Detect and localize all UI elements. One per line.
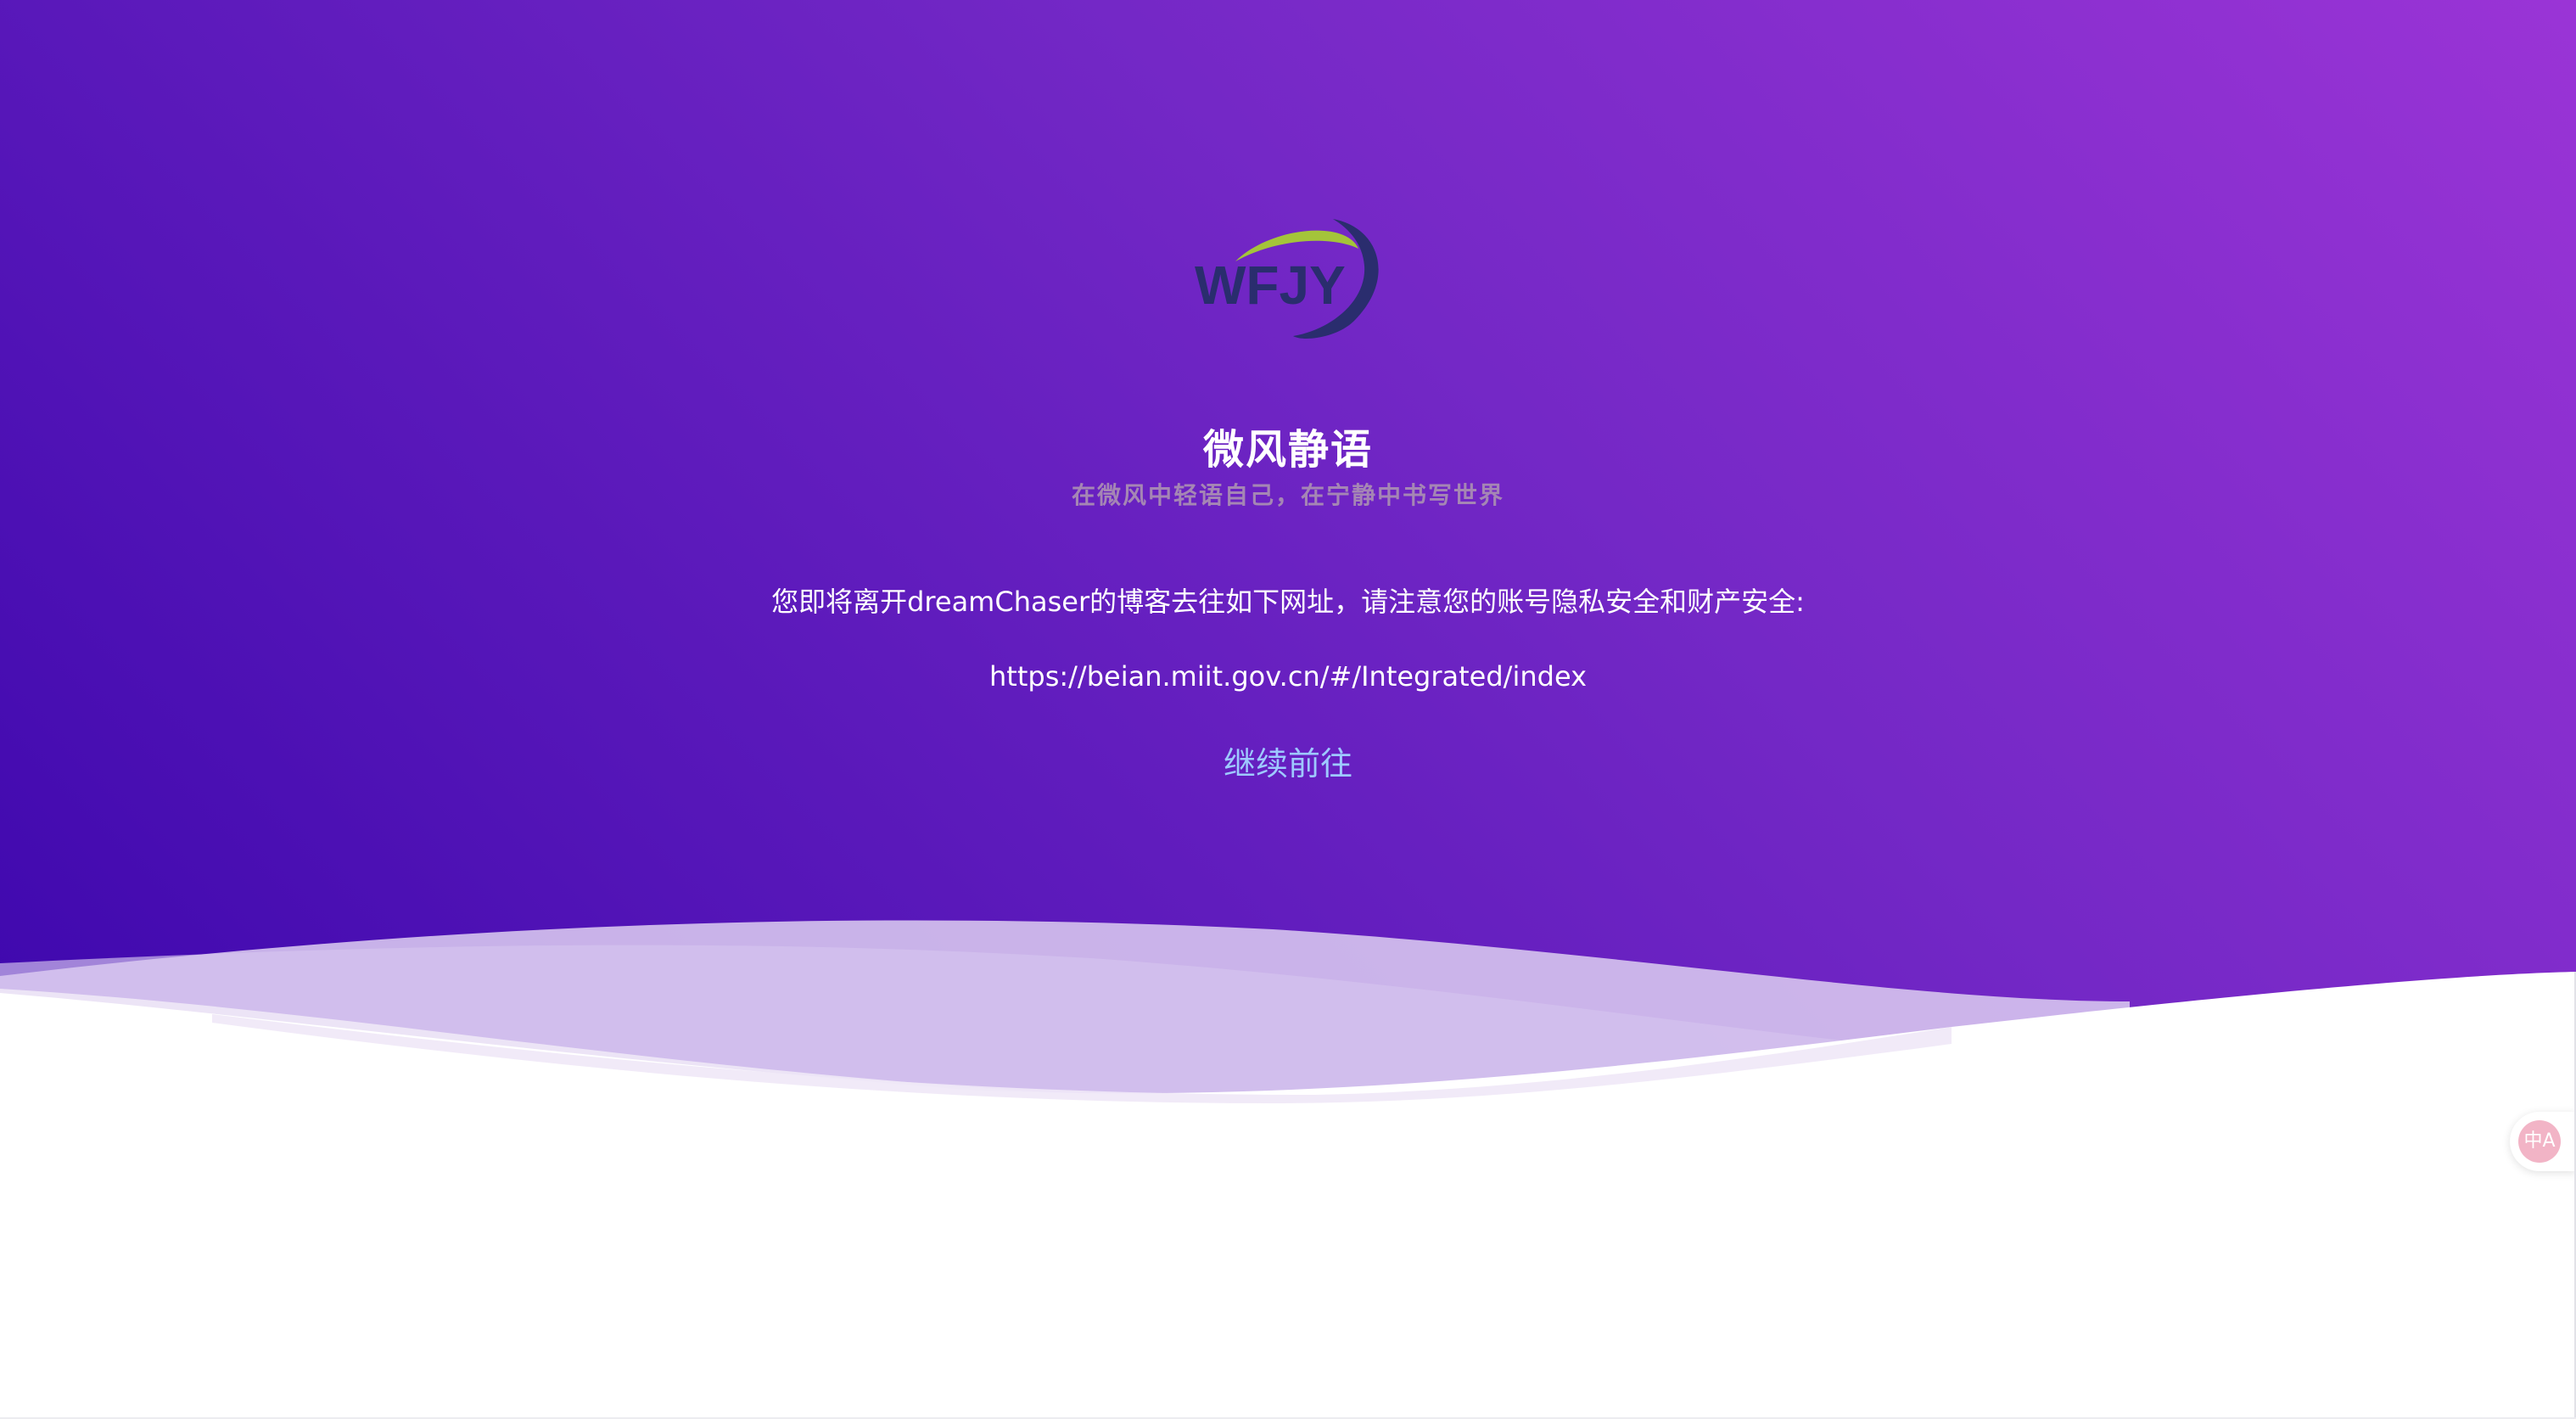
continue-link[interactable]: 继续前往 xyxy=(1203,738,1373,789)
redirect-page: WFJY 微风静语 在微风中轻语自己，在宁静中书写世界 您即将离开dreamCh… xyxy=(0,0,2576,1419)
site-title: 微风静语 xyxy=(1202,426,1373,474)
site-subtitle: 在微风中轻语自己，在宁静中书写世界 xyxy=(1071,481,1504,509)
leave-notice: 您即将离开dreamChaser的博客去往如下网址，请注意您的账号隐私安全和财产… xyxy=(771,586,1805,618)
logo-text: WFJY xyxy=(1195,255,1346,316)
translate-button[interactable]: 中A xyxy=(2510,1112,2576,1171)
wfjy-logo: WFJY xyxy=(1195,219,1379,339)
target-url: https://beian.miit.gov.cn/#/Integrated/i… xyxy=(989,660,1587,693)
translate-icon: 中A xyxy=(2518,1120,2561,1163)
